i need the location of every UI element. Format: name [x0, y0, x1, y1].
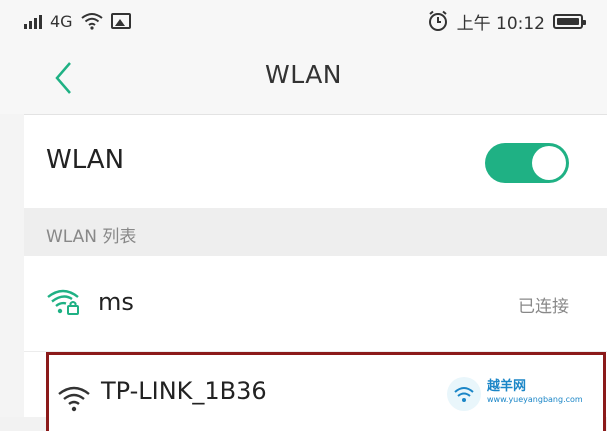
- network-status: 已连接: [518, 297, 569, 317]
- wlan-toggle-switch[interactable]: [485, 143, 569, 183]
- image-icon: [110, 13, 131, 29]
- network-name: ms: [98, 288, 134, 316]
- wifi-icon: [58, 386, 90, 412]
- watermark-title: 越羊网: [487, 379, 527, 394]
- toggle-knob: [532, 146, 566, 180]
- wlan-list-title: WLAN 列表: [46, 227, 137, 247]
- wlan-settings-screen: 4G 上午 10:12 WLAN WLAN WLAN 列表 ms 已连接 TP-…: [0, 0, 607, 431]
- watermark: 越羊网 www.yueyangbang.com: [439, 367, 599, 415]
- alarm-icon: [428, 10, 447, 31]
- signal-icon: [24, 13, 42, 29]
- page-title: WLAN: [264, 60, 343, 89]
- status-left: 4G: [24, 8, 131, 34]
- status-time: 上午 10:12: [456, 13, 545, 34]
- network-name: TP-LINK_1B36: [101, 377, 267, 405]
- wlan-toggle-row: WLAN: [24, 114, 607, 208]
- battery-icon: [553, 13, 586, 29]
- wifi-icon: [80, 13, 103, 30]
- status-bar: 4G 上午 10:12: [0, 0, 607, 42]
- network-item-ms[interactable]: ms 已连接: [24, 256, 607, 352]
- watermark-logo-icon: [447, 377, 481, 411]
- wlan-list-header: WLAN 列表: [24, 208, 607, 256]
- wlan-toggle-label: WLAN: [46, 145, 125, 175]
- status-right: 上午 10:12: [427, 8, 586, 34]
- title-bar: WLAN: [0, 42, 607, 114]
- watermark-url: www.yueyangbang.com: [487, 395, 583, 404]
- wifi-locked-icon: [47, 289, 79, 315]
- network-type: 4G: [50, 11, 73, 31]
